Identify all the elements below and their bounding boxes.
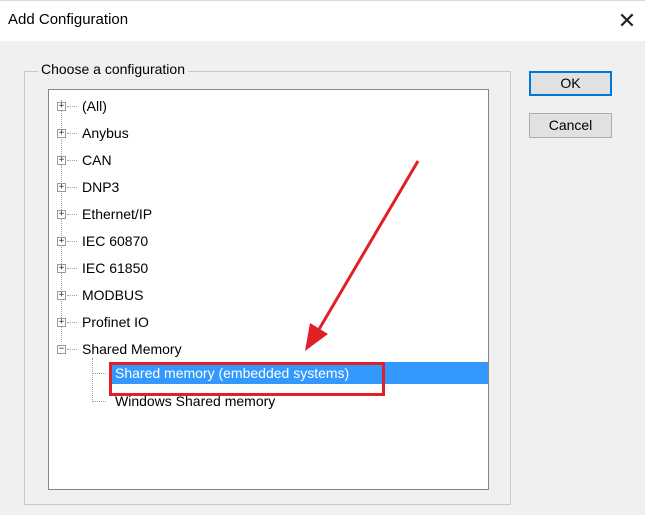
ok-button[interactable]: OK — [529, 71, 612, 96]
tree-item-ethernet-ip[interactable]: + Ethernet/IP — [49, 203, 479, 225]
tree-item-anybus[interactable]: + Anybus — [49, 122, 479, 144]
tree-item-dnp3[interactable]: + DNP3 — [49, 176, 479, 198]
close-icon[interactable]: ✕ — [612, 6, 642, 36]
expand-plus-icon[interactable]: + — [57, 156, 66, 165]
tree-item-label: IEC 61850 — [82, 260, 149, 276]
tree-item-label: Ethernet/IP — [82, 206, 153, 222]
expand-plus-icon[interactable]: + — [57, 264, 66, 273]
cancel-button[interactable]: Cancel — [529, 113, 612, 138]
tree-child-line — [92, 358, 93, 402]
tree-item-label: CAN — [82, 152, 112, 168]
collapse-minus-icon[interactable]: − — [57, 345, 66, 354]
tree-item-all[interactable]: + (All) — [49, 95, 479, 117]
add-configuration-dialog: Add Configuration ✕ Choose a configurati… — [0, 0, 645, 515]
expand-plus-icon[interactable]: + — [57, 129, 66, 138]
tree-item-profinet-io[interactable]: + Profinet IO — [49, 311, 479, 333]
tree-item-label: Shared Memory — [82, 341, 182, 357]
tree-child-connector — [92, 373, 106, 374]
expand-plus-icon[interactable]: + — [57, 291, 66, 300]
tree-item-label: DNP3 — [82, 179, 120, 195]
tree-item-modbus[interactable]: + MODBUS — [49, 284, 479, 306]
expand-plus-icon[interactable]: + — [57, 237, 66, 246]
tree-item-label: (All) — [82, 98, 107, 114]
tree-item-shared-memory[interactable]: − Shared Memory — [49, 338, 479, 360]
expand-plus-icon[interactable]: + — [57, 210, 66, 219]
tree-item-iec-61850[interactable]: + IEC 61850 — [49, 257, 479, 279]
tree-item-can[interactable]: + CAN — [49, 149, 479, 171]
tree-item-windows-shared-memory[interactable]: Windows Shared memory — [115, 390, 275, 412]
expand-plus-icon[interactable]: + — [57, 318, 66, 327]
tree-item-label: MODBUS — [82, 287, 144, 303]
expand-plus-icon[interactable]: + — [57, 183, 66, 192]
groupbox-label: Choose a configuration — [38, 61, 188, 77]
dialog-title: Add Configuration — [8, 11, 129, 28]
tree-child-connector — [92, 401, 106, 402]
tree-item-shared-memory-embedded[interactable]: Shared memory (embedded systems) — [115, 362, 349, 384]
tree-item-iec-60870[interactable]: + IEC 60870 — [49, 230, 479, 252]
expand-plus-icon[interactable]: + — [57, 102, 66, 111]
configuration-tree[interactable]: + (All) + Anybus + CAN + DNP3 + Ethernet… — [48, 89, 489, 490]
tree-item-label: Anybus — [82, 125, 129, 141]
tree-item-label: IEC 60870 — [82, 233, 149, 249]
title-bar: Add Configuration ✕ — [0, 1, 645, 41]
tree-item-label: Profinet IO — [82, 314, 149, 330]
